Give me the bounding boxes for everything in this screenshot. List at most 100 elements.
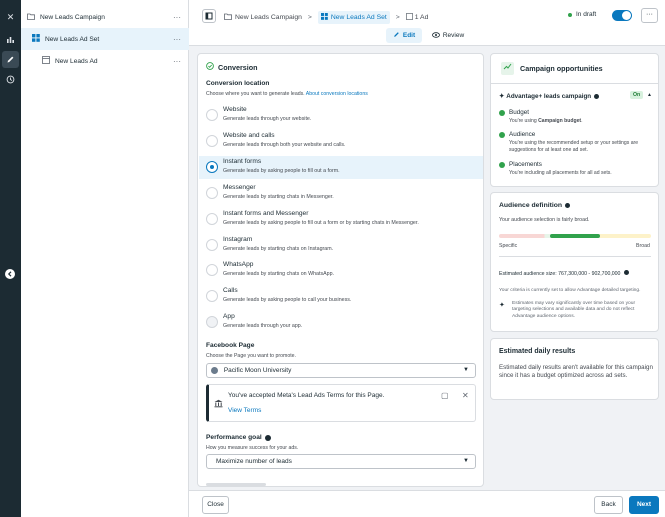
close-icon[interactable]: ✕ <box>462 391 469 400</box>
conversion-option[interactable]: Website Generate leads through your websi… <box>199 104 483 127</box>
radio-unselected[interactable] <box>206 316 218 329</box>
edit-tab[interactable]: Edit <box>386 28 422 43</box>
breadcrumb-adset[interactable]: New Leads Ad Set <box>317 11 390 24</box>
location-help: Choose where you want to generate leads.… <box>206 91 368 97</box>
view-terms-link[interactable]: View Terms <box>228 407 261 414</box>
on-badge: On <box>630 91 644 99</box>
conversion-option[interactable]: Instant forms Generate leads by asking pe… <box>199 155 483 179</box>
sparkle-icon: ✦ <box>499 92 505 100</box>
goal-title: Performance goal <box>206 434 262 441</box>
opportunities-title: Campaign opportunities <box>520 64 603 73</box>
breadcrumb-campaign[interactable]: New Leads Campaign <box>235 14 302 21</box>
folder-icon <box>27 13 35 22</box>
more-icon[interactable]: ··· <box>173 13 181 22</box>
draft-toggle[interactable] <box>612 10 632 21</box>
about-locations-link[interactable]: About conversion locations <box>306 91 368 97</box>
advantage-label: Advantage+ leads campaign <box>506 92 592 100</box>
audience-title: Audience definition <box>499 202 563 209</box>
goal-select[interactable]: Maximize number of leads ▼ <box>206 454 476 469</box>
more-options-button[interactable]: ··· <box>641 8 658 23</box>
facebook-page-help: Choose the Page you want to promote. <box>206 353 296 359</box>
radio-unselected[interactable] <box>206 238 218 251</box>
review-tab[interactable]: Review <box>428 28 468 43</box>
eye-icon <box>431 31 440 40</box>
close-button[interactable]: Close <box>202 496 229 514</box>
radio-unselected[interactable] <box>206 134 218 147</box>
facebook-page-select[interactable]: Pacific Moon University ▼ <box>206 363 476 378</box>
chart-icon[interactable] <box>2 31 19 48</box>
pencil-icon <box>393 31 400 40</box>
info-icon[interactable] <box>623 270 629 275</box>
option-title: Website and calls <box>223 131 275 139</box>
option-title: Website <box>223 106 247 113</box>
close-icon[interactable]: ✕ <box>2 9 19 26</box>
opportunity-desc-suffix: . <box>581 118 583 124</box>
radio-unselected[interactable] <box>206 186 218 199</box>
page-avatar-icon <box>211 366 218 374</box>
terms-text: You've accepted Meta's Lead Ads Terms fo… <box>228 392 385 399</box>
conversion-option[interactable]: Calls Generate leads by asking people to … <box>199 285 483 308</box>
top-bar: New Leads Campaign > New Leads Ad Set > … <box>189 0 665 46</box>
opportunity-desc: You're using Campaign budget. <box>509 118 652 125</box>
radio-unselected[interactable] <box>206 290 218 303</box>
opportunity-desc-text: You're using <box>509 118 539 124</box>
radio-unselected[interactable] <box>206 264 218 277</box>
check-circle-icon <box>499 132 505 138</box>
info-icon[interactable] <box>264 434 271 441</box>
next-button[interactable]: Next <box>629 496 659 514</box>
clock-icon[interactable] <box>2 71 19 88</box>
campaign-tree: New Leads Campaign ··· New Leads Ad Set … <box>21 0 189 517</box>
conversion-option[interactable]: App Generate leads through your app. <box>199 311 483 334</box>
pencil-icon[interactable] <box>2 51 19 68</box>
goal-value: Maximize number of leads <box>216 458 292 465</box>
radio-unselected[interactable] <box>206 212 218 225</box>
option-desc: Generate leads by asking people to call … <box>223 297 352 304</box>
breadcrumb-ad[interactable]: 1 Ad <box>415 14 429 21</box>
audience-header: Audience definition <box>499 202 571 209</box>
option-title: Calls <box>223 287 238 295</box>
advantage-row[interactable]: ✦ Advantage+ leads campaign On ▲ <box>499 91 652 101</box>
option-desc: Generate leads through your website. <box>223 116 312 122</box>
opportunity-desc: You're using the recommended setup or yo… <box>509 140 652 153</box>
tree-item-campaign[interactable]: New Leads Campaign ··· <box>21 6 189 28</box>
audience-meter <box>499 234 651 238</box>
more-icon[interactable]: ··· <box>173 57 181 66</box>
radio-unselected[interactable] <box>206 109 218 121</box>
bank-icon <box>214 399 223 410</box>
audience-desc: Your audience selection is fairly broad. <box>499 217 590 223</box>
audience-size-label: Estimated audience size: <box>499 271 557 277</box>
conversion-option[interactable]: Instant forms and Messenger Generate lead… <box>199 208 483 231</box>
opportunities-header: Campaign opportunities <box>491 54 658 84</box>
caret-down-icon: ▼ <box>463 458 469 464</box>
conversion-option[interactable]: Instagram Generate leads by starting chat… <box>199 234 483 257</box>
tree-item-ad[interactable]: New Leads Ad ··· <box>21 50 189 72</box>
tree-item-adset[interactable]: New Leads Ad Set ··· <box>21 28 189 50</box>
collapse-panel-icon[interactable] <box>5 269 15 279</box>
option-title: Instagram <box>223 235 253 243</box>
option-title: Instant forms <box>223 157 262 165</box>
more-icon[interactable]: ··· <box>173 35 181 44</box>
option-title: App <box>223 313 235 321</box>
left-rail: ✕ <box>0 0 21 517</box>
option-desc: Generate leads through your app. <box>223 323 303 330</box>
toggle-sidebar-button[interactable] <box>202 9 216 23</box>
info-icon[interactable] <box>594 93 600 99</box>
divider <box>499 256 651 257</box>
opportunity-title: Placements <box>509 161 542 168</box>
opportunity-title: Audience <box>509 131 536 138</box>
radio-selected[interactable] <box>206 160 218 173</box>
conversion-option[interactable]: WhatsApp Generate leads by starting chats… <box>199 259 483 282</box>
conversion-option[interactable]: Messenger Generate leads by starting chat… <box>199 182 483 205</box>
opportunity-desc-text: You're including all placements for all … <box>509 170 612 176</box>
option-desc: Generate leads by asking people to fill … <box>223 219 419 226</box>
conversion-option[interactable]: Website and calls Generate leads through … <box>199 130 483 153</box>
terms-notice: You've accepted Meta's Lead Ads Terms fo… <box>206 384 476 422</box>
opportunity-desc-text: You're using the recommended setup or yo… <box>509 140 639 153</box>
feedback-icon[interactable]: ▢ <box>441 391 449 400</box>
chevron-up-icon[interactable]: ▲ <box>647 92 652 98</box>
check-circle-icon <box>499 110 505 116</box>
conversion-form: Conversion Conversion location Choose wh… <box>197 53 484 487</box>
info-icon[interactable] <box>565 203 571 208</box>
option-desc: Generate leads by starting chats in Mess… <box>223 193 334 200</box>
back-button[interactable]: Back <box>594 496 623 514</box>
